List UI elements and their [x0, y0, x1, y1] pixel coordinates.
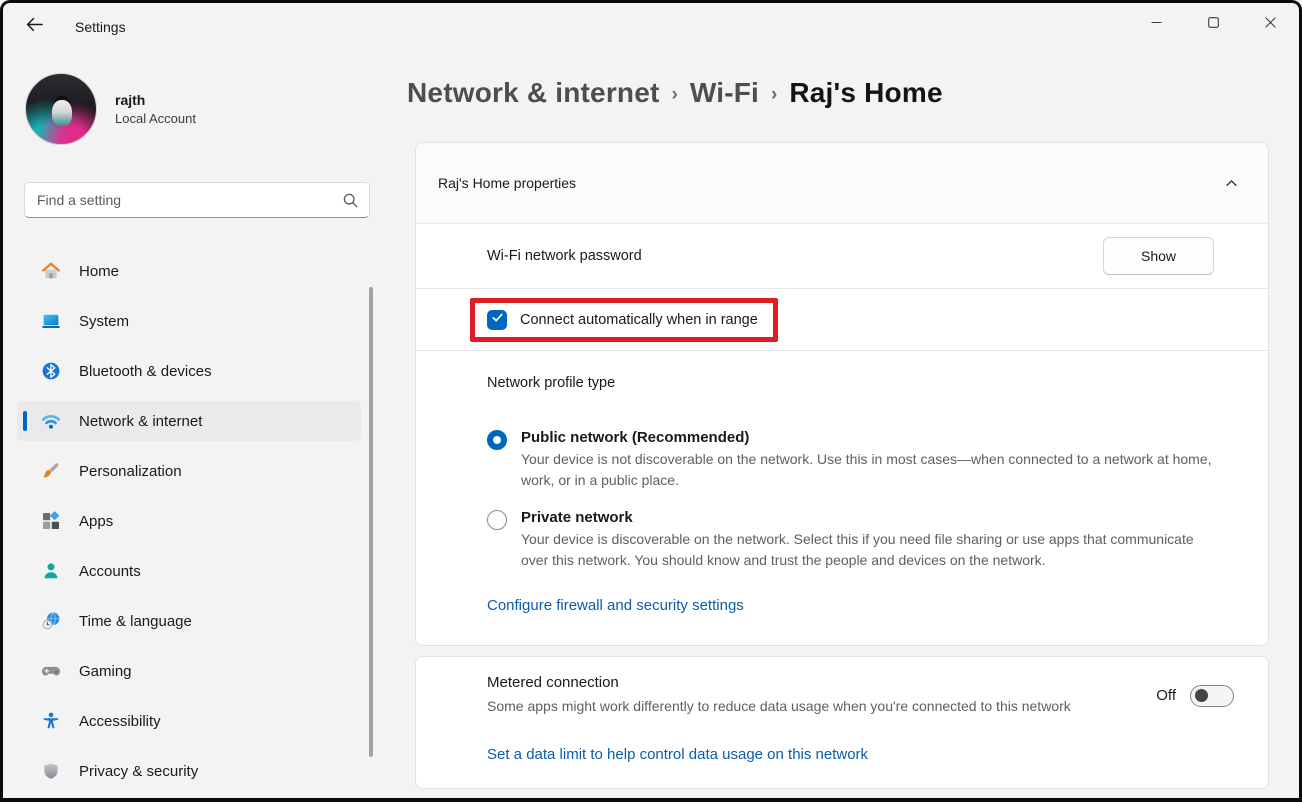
sidebar-item-network-internet[interactable]: Network & internet: [17, 401, 361, 441]
private-network-title: Private network: [521, 509, 1212, 526]
back-button[interactable]: [17, 11, 51, 43]
private-network-option: Private network Your device is discovera…: [487, 509, 1212, 571]
maximize-icon: [1208, 15, 1219, 33]
sidebar-item-label: Network & internet: [79, 413, 202, 430]
properties-expander-header[interactable]: Raj's Home properties: [416, 143, 1268, 223]
sidebar-item-accounts[interactable]: Accounts: [17, 551, 361, 591]
public-network-title: Public network (Recommended): [521, 429, 1212, 446]
window-title: Settings: [75, 19, 126, 35]
sidebar-item-system[interactable]: System: [17, 301, 361, 341]
person-icon: [41, 561, 61, 581]
toggle-knob: [1195, 689, 1208, 702]
page-title: Raj's Home: [789, 77, 942, 109]
sidebar-scrollbar[interactable]: [369, 287, 373, 757]
maximize-button[interactable]: [1185, 3, 1242, 45]
titlebar: Settings: [3, 3, 1299, 51]
account-type: Local Account: [115, 111, 196, 126]
sidebar-item-apps[interactable]: Apps: [17, 501, 361, 541]
account-summary: rajth Local Account: [25, 73, 383, 145]
private-network-description: Your device is discoverable on the netwo…: [521, 529, 1212, 571]
gamepad-icon: [41, 661, 61, 681]
sidebar: rajth Local Account Home: [3, 51, 383, 798]
wifi-icon: [41, 411, 61, 431]
metered-card: Metered connection Some apps might work …: [415, 656, 1269, 789]
metered-toggle[interactable]: [1190, 685, 1234, 707]
sidebar-item-label: Accounts: [79, 563, 141, 580]
main-content: Network & internet › Wi-Fi › Raj's Home …: [383, 51, 1299, 798]
breadcrumb-network-internet[interactable]: Network & internet: [407, 77, 660, 109]
arrow-left-icon: [26, 17, 43, 37]
sidebar-nav: Home System Bluetooth & devices: [3, 251, 383, 791]
configure-firewall-link[interactable]: Configure firewall and security settings: [487, 597, 744, 614]
accessibility-icon: [41, 711, 61, 731]
sidebar-item-label: Gaming: [79, 663, 132, 680]
properties-card: Raj's Home properties Wi-Fi network pass…: [415, 142, 1269, 646]
sidebar-item-home[interactable]: Home: [17, 251, 361, 291]
system-icon: [41, 311, 61, 331]
auto-connect-checkbox[interactable]: [487, 310, 507, 330]
network-profile-label: Network profile type: [487, 375, 1212, 391]
minimize-button[interactable]: [1128, 3, 1185, 45]
network-profile-section: Network profile type Public network (Rec…: [416, 351, 1268, 645]
close-icon: [1265, 15, 1276, 33]
public-network-option: Public network (Recommended) Your device…: [487, 429, 1212, 491]
home-icon: [41, 261, 61, 281]
metered-connection-row: Metered connection Some apps might work …: [416, 657, 1268, 730]
clock-globe-icon: [41, 611, 61, 631]
apps-icon: [41, 511, 61, 531]
auto-connect-row: Connect automatically when in range: [416, 289, 1268, 350]
metered-toggle-state: Off: [1156, 687, 1176, 704]
checkmark-icon: [491, 311, 504, 329]
sidebar-item-bluetooth-devices[interactable]: Bluetooth & devices: [17, 351, 361, 391]
sidebar-item-label: Accessibility: [79, 713, 161, 730]
bluetooth-icon: [41, 361, 61, 381]
search-input[interactable]: [24, 182, 370, 218]
shield-icon: [41, 761, 61, 781]
set-data-limit-link[interactable]: Set a data limit to help control data us…: [487, 746, 868, 763]
search-box: [24, 182, 370, 218]
sidebar-item-accessibility[interactable]: Accessibility: [17, 701, 361, 741]
red-highlight-annotation: Connect automatically when in range: [470, 298, 778, 342]
breadcrumb-wifi[interactable]: Wi-Fi: [690, 77, 759, 109]
breadcrumb: Network & internet › Wi-Fi › Raj's Home: [407, 77, 1263, 109]
breadcrumb-separator: ›: [771, 84, 777, 106]
sidebar-item-label: Apps: [79, 513, 113, 530]
sidebar-item-label: Personalization: [79, 463, 182, 480]
private-network-radio[interactable]: [487, 510, 507, 530]
paintbrush-icon: [41, 461, 61, 481]
sidebar-item-label: System: [79, 313, 129, 330]
search-icon: [343, 193, 358, 213]
sidebar-item-time-language[interactable]: Time & language: [17, 601, 361, 641]
user-name: rajth: [115, 92, 196, 108]
close-button[interactable]: [1242, 3, 1299, 45]
public-network-description: Your device is not discoverable on the n…: [521, 449, 1212, 491]
wifi-password-row: Wi-Fi network password Show: [416, 224, 1268, 288]
metered-connection-description: Some apps might work differently to redu…: [487, 696, 1071, 717]
show-password-button[interactable]: Show: [1103, 237, 1214, 275]
chevron-up-icon: [1216, 168, 1246, 198]
minimize-icon: [1151, 15, 1162, 33]
sidebar-item-privacy-security[interactable]: Privacy & security: [17, 751, 361, 791]
auto-connect-label: Connect automatically when in range: [520, 312, 758, 328]
breadcrumb-separator: ›: [672, 84, 678, 106]
sidebar-item-gaming[interactable]: Gaming: [17, 651, 361, 691]
properties-title: Raj's Home properties: [438, 175, 576, 191]
sidebar-item-label: Bluetooth & devices: [79, 363, 212, 380]
sidebar-item-label: Home: [79, 263, 119, 280]
sidebar-item-personalization[interactable]: Personalization: [17, 451, 361, 491]
app-body: rajth Local Account Home: [3, 51, 1299, 798]
settings-window: Settings rajth Local Account: [0, 0, 1302, 802]
public-network-radio[interactable]: [487, 430, 507, 450]
sidebar-item-label: Time & language: [79, 613, 192, 630]
avatar: [25, 73, 97, 145]
data-limit-row: Set a data limit to help control data us…: [416, 730, 1268, 788]
metered-toggle-group: Off: [1156, 685, 1234, 707]
window-controls: [1128, 3, 1299, 45]
sidebar-item-label: Privacy & security: [79, 763, 198, 780]
metered-connection-label: Metered connection: [487, 674, 1071, 691]
wifi-password-label: Wi-Fi network password: [487, 248, 642, 264]
